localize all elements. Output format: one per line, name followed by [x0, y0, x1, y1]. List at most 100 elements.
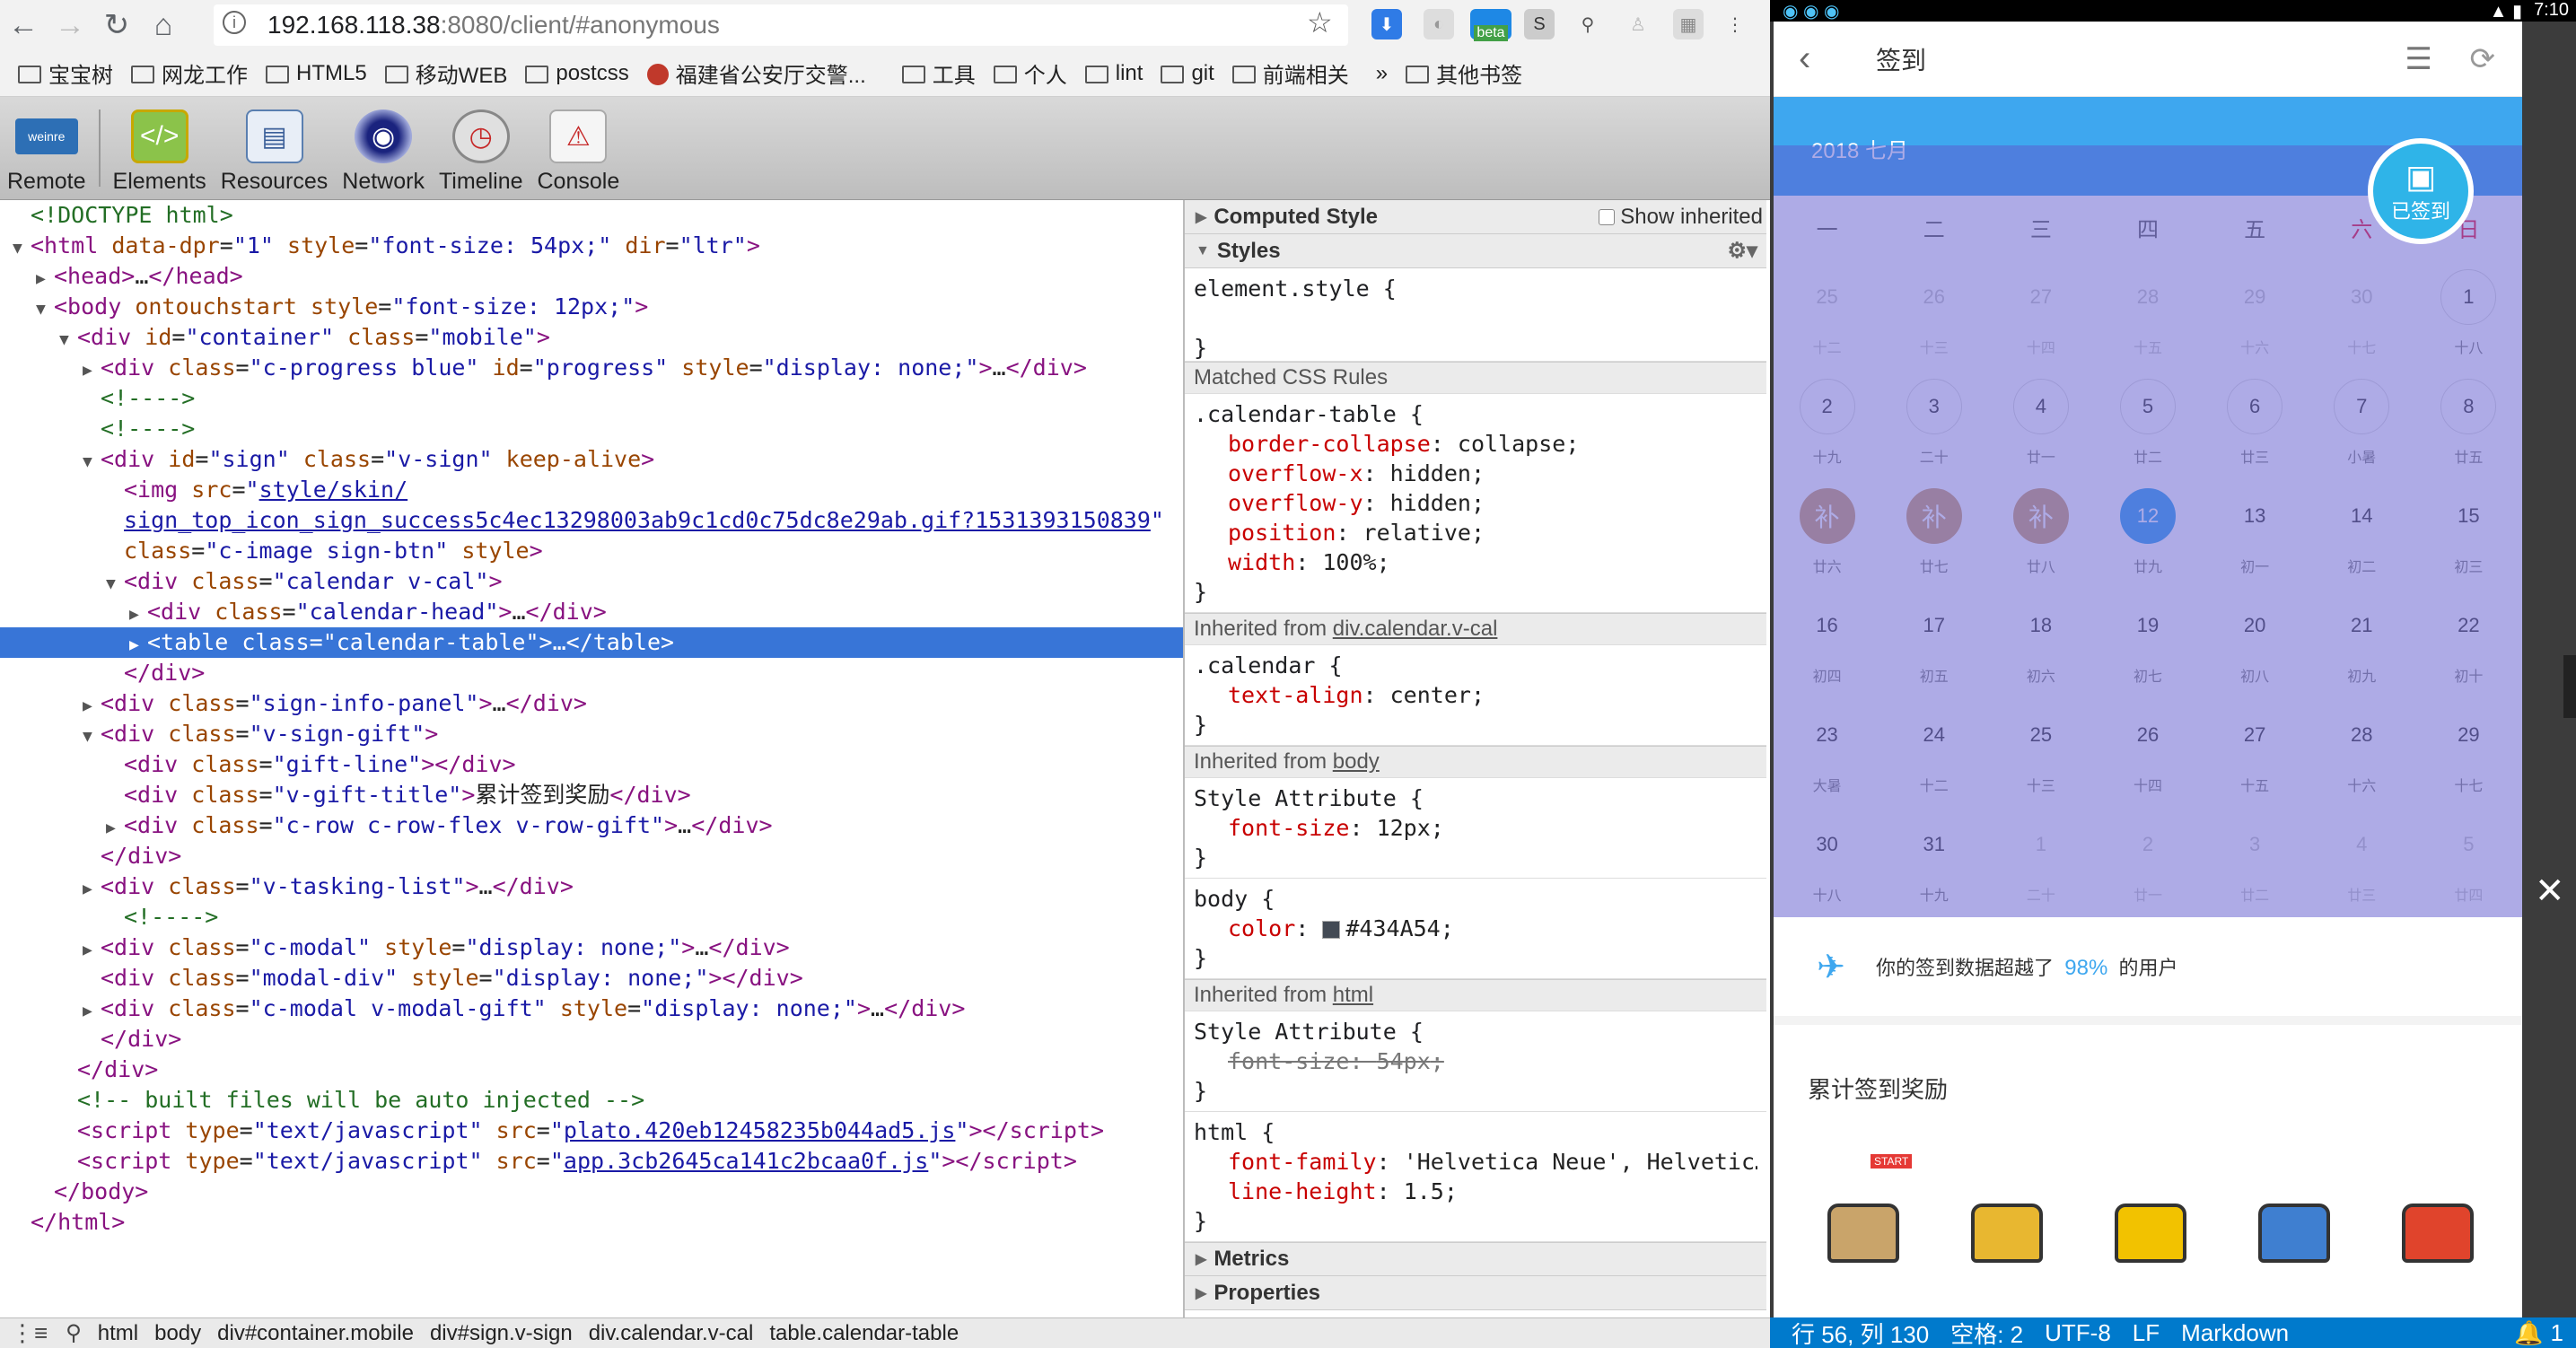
dom-node-line[interactable]: </div>: [0, 841, 1183, 871]
calendar-day[interactable]: 5 廿二: [2094, 368, 2201, 477]
calendar-day[interactable]: 28 十六: [2309, 696, 2415, 806]
calendar-day[interactable]: 13 初一: [2202, 477, 2309, 587]
calendar-day[interactable]: 27 十五: [2202, 696, 2309, 806]
calendar-day[interactable]: 14 初二: [2309, 477, 2415, 587]
css-property[interactable]: text-align: center;: [1194, 680, 1757, 710]
tool-network[interactable]: ◉ Network: [335, 97, 432, 200]
dom-node-line[interactable]: ▶ <head>…</head>: [0, 261, 1183, 292]
calendar-day[interactable]: 25 十二: [1774, 258, 1880, 368]
dom-node-line[interactable]: ▶ <div class="v-tasking-list">…</div>: [0, 871, 1183, 902]
calendar-day[interactable]: 30 十八: [1774, 806, 1880, 915]
tool-timeline[interactable]: ◷ Timeline: [432, 97, 530, 200]
inherited-link[interactable]: div.calendar.v-cal: [1333, 617, 1498, 642]
editor-status-item[interactable]: 空格: 2: [1950, 1317, 2023, 1348]
calendar-day[interactable]: 3 廿二: [2202, 806, 2309, 915]
gift-item[interactable]: [2231, 1143, 2357, 1319]
gear-icon[interactable]: ⚙▾: [1727, 238, 1757, 264]
dom-node-line[interactable]: ▶ <div class="c-row c-row-flex v-row-gift…: [0, 810, 1183, 841]
extension-puzzle-icon[interactable]: ♙: [1623, 9, 1653, 39]
editor-status-item[interactable]: LF: [2133, 1319, 2160, 1347]
css-property[interactable]: font-size: 12px;: [1194, 813, 1757, 843]
dom-tree[interactable]: <!DOCTYPE html> ▼ <html data-dpr="1" style…: [0, 200, 1183, 1317]
expand-triangle-icon[interactable]: ▶: [83, 874, 101, 905]
extension-circle-icon[interactable]: ◐: [1424, 9, 1454, 39]
tool-resources[interactable]: ▤ Resources: [214, 97, 336, 200]
bookmark-item[interactable]: postcss: [525, 61, 629, 86]
dom-node-line[interactable]: <!---->: [0, 383, 1183, 414]
calendar-day[interactable]: 29 十六: [2202, 258, 2309, 368]
dom-node-line[interactable]: <img src="style/skin/: [0, 475, 1183, 505]
dom-node-line[interactable]: </div>: [0, 1024, 1183, 1055]
bookmark-item[interactable]: 个人: [993, 57, 1067, 89]
calendar-day[interactable]: 24 十二: [1880, 696, 1987, 806]
scrollbar[interactable]: [2563, 655, 2576, 718]
calendar-day[interactable]: 21 初九: [2309, 587, 2415, 696]
expand-triangle-icon[interactable]: ▶: [83, 691, 101, 722]
extension-gray-icon[interactable]: ▦: [1673, 9, 1704, 39]
signed-badge[interactable]: ▣ 已签到: [2368, 138, 2474, 244]
calendar-day-today[interactable]: 12 廿九: [2094, 477, 2201, 587]
calendar-day[interactable]: 22 初十: [2415, 587, 2522, 696]
computed-style-header[interactable]: ▶ Computed Style Show inherited: [1185, 200, 1766, 234]
element-style-rule[interactable]: element.style {}: [1185, 268, 1766, 362]
bookmark-item[interactable]: 福建省公安厅交警...: [646, 57, 866, 89]
calendar-day[interactable]: 8 廿五: [2415, 368, 2522, 477]
calendar-day[interactable]: 3 二十: [1880, 368, 1987, 477]
bookmark-item[interactable]: 宝宝树: [18, 57, 113, 89]
dom-node-line[interactable]: ▼ <div id="container" class="mobile">: [0, 322, 1183, 353]
refresh-icon[interactable]: ⟳: [2470, 41, 2496, 77]
css-property[interactable]: position: relative;: [1194, 518, 1757, 547]
calendar-table-rule[interactable]: .calendar-table { border-collapse: colla…: [1185, 394, 1766, 613]
calendar-day[interactable]: 7 小暑: [2309, 368, 2415, 477]
dom-node-line[interactable]: <!---->: [0, 902, 1183, 932]
tool-elements[interactable]: </> Elements: [106, 97, 214, 200]
calendar-day[interactable]: 4 廿一: [1987, 368, 2094, 477]
other-bookmarks[interactable]: 其他书签: [1406, 57, 1522, 89]
dom-node-line[interactable]: <script type="text/javascript" src="plat…: [0, 1116, 1183, 1146]
css-property[interactable]: overflow-x: hidden;: [1194, 459, 1757, 488]
calendar-day-makeup[interactable]: 补廿六: [1774, 477, 1880, 587]
calendar-day[interactable]: 1 十八: [2415, 258, 2522, 368]
calendar-day[interactable]: 23 大暑: [1774, 696, 1880, 806]
inherited-link[interactable]: html: [1333, 983, 1373, 1008]
collapse-triangle-icon[interactable]: ▼: [13, 233, 31, 264]
collapse-triangle-icon[interactable]: ▼: [83, 447, 101, 477]
search-icon[interactable]: ⚲: [66, 1320, 82, 1346]
dom-node-line[interactable]: </body>: [0, 1177, 1183, 1207]
home-button[interactable]: ⌂: [140, 2, 187, 48]
expand-triangle-icon[interactable]: ▶: [83, 996, 101, 1027]
breadcrumb-item[interactable]: div#sign.v-sign: [430, 1321, 573, 1346]
calendar-day[interactable]: 15 初三: [2415, 477, 2522, 587]
dom-node-line[interactable]: </div>: [0, 658, 1183, 688]
dom-node-line[interactable]: ▶ <div class="calendar-head">…</div>: [0, 597, 1183, 627]
bookmark-item[interactable]: 工具: [901, 57, 976, 89]
expand-triangle-icon[interactable]: ▶: [36, 264, 54, 294]
forward-button[interactable]: →: [47, 2, 93, 48]
calendar-day[interactable]: 19 初七: [2094, 587, 2201, 696]
site-info-icon[interactable]: i: [223, 11, 246, 34]
calendar-day[interactable]: 6 廿三: [2202, 368, 2309, 477]
dom-node-line[interactable]: <div class="gift-line"></div>: [0, 749, 1183, 780]
gift-item[interactable]: START: [1801, 1143, 1926, 1319]
css-property[interactable]: overflow-y: hidden;: [1194, 488, 1757, 518]
css-property[interactable]: font-family: 'Helvetica Neue', Helvetic……: [1194, 1147, 1757, 1177]
expand-triangle-icon[interactable]: ▶: [83, 935, 101, 966]
dom-node-line[interactable]: ▼ <div class="v-sign-gift">: [0, 719, 1183, 749]
calendar-day[interactable]: 2 十九: [1774, 368, 1880, 477]
collapse-triangle-icon[interactable]: ▼: [83, 722, 101, 752]
breadcrumb-item[interactable]: html: [98, 1321, 138, 1346]
bookmark-item[interactable]: HTML5: [266, 61, 367, 86]
calendar-day[interactable]: 16 初四: [1774, 587, 1880, 696]
dom-node-line[interactable]: <div class="v-gift-title">累计签到奖励</div>: [0, 780, 1183, 810]
tool-console[interactable]: ⚠ Console: [530, 97, 627, 200]
dom-node-line[interactable]: </html>: [0, 1207, 1183, 1238]
gift-item[interactable]: [2088, 1143, 2213, 1319]
notification-bell-icon[interactable]: 🔔: [2514, 1319, 2543, 1347]
bookmark-item[interactable]: 移动WEB: [384, 57, 507, 89]
collapse-triangle-icon[interactable]: ▼: [106, 569, 124, 600]
bookmark-item[interactable]: 网龙工作: [131, 57, 248, 89]
dom-node-line[interactable]: ▼ <div class="calendar v-cal">: [0, 566, 1183, 597]
calendar-day[interactable]: 28 十五: [2094, 258, 2201, 368]
gift-item[interactable]: [2375, 1143, 2501, 1319]
calendar-day-makeup[interactable]: 补廿八: [1987, 477, 2094, 587]
